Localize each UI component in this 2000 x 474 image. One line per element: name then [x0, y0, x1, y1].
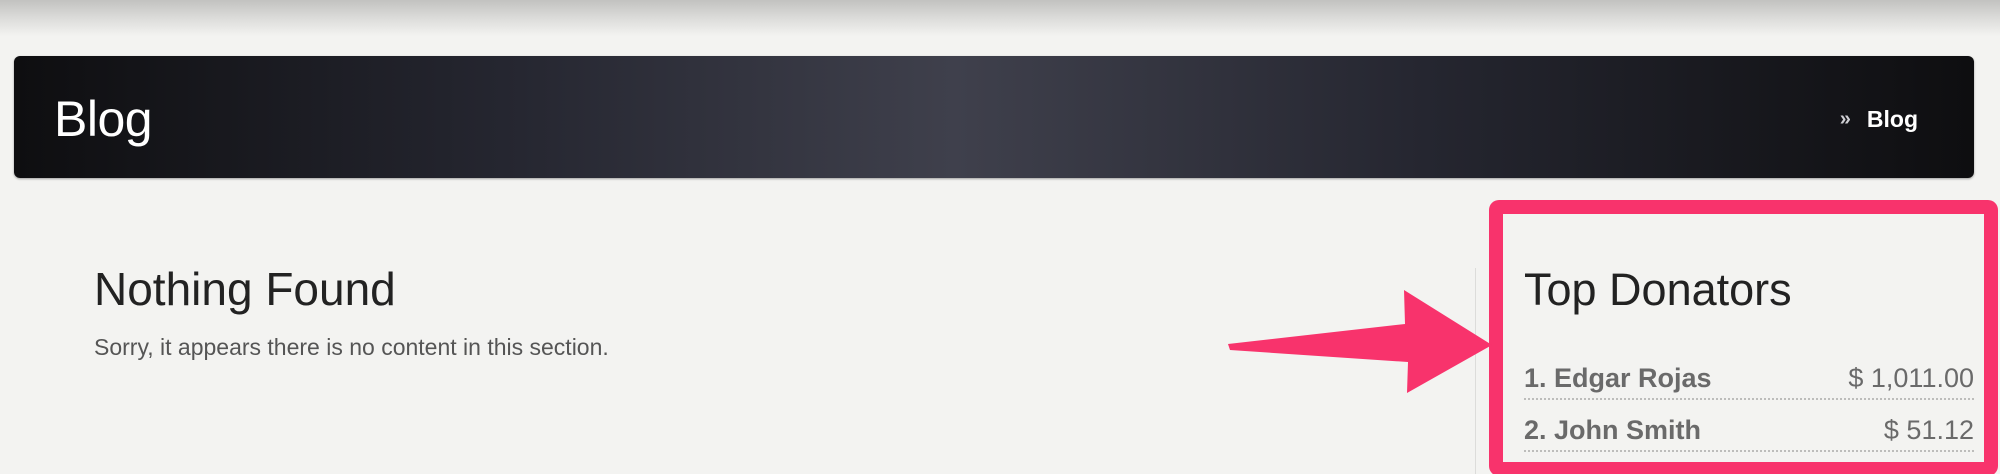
- page-title: Blog: [54, 91, 153, 147]
- page: Blog » Blog Nothing Found Sorry, it appe…: [0, 0, 2000, 474]
- content-message: Sorry, it appears there is no content in…: [94, 334, 609, 360]
- breadcrumb-separator-icon: »: [1839, 108, 1851, 130]
- content-title: Nothing Found: [94, 263, 396, 315]
- breadcrumb-current[interactable]: Blog: [1867, 106, 1918, 133]
- top-shadow: [0, 0, 2000, 36]
- highlight-box: [1489, 200, 1998, 474]
- breadcrumb: » Blog: [1840, 106, 1918, 133]
- annotation-arrow-icon: [1228, 290, 1492, 393]
- page-header-bar: Blog » Blog: [14, 56, 1974, 234]
